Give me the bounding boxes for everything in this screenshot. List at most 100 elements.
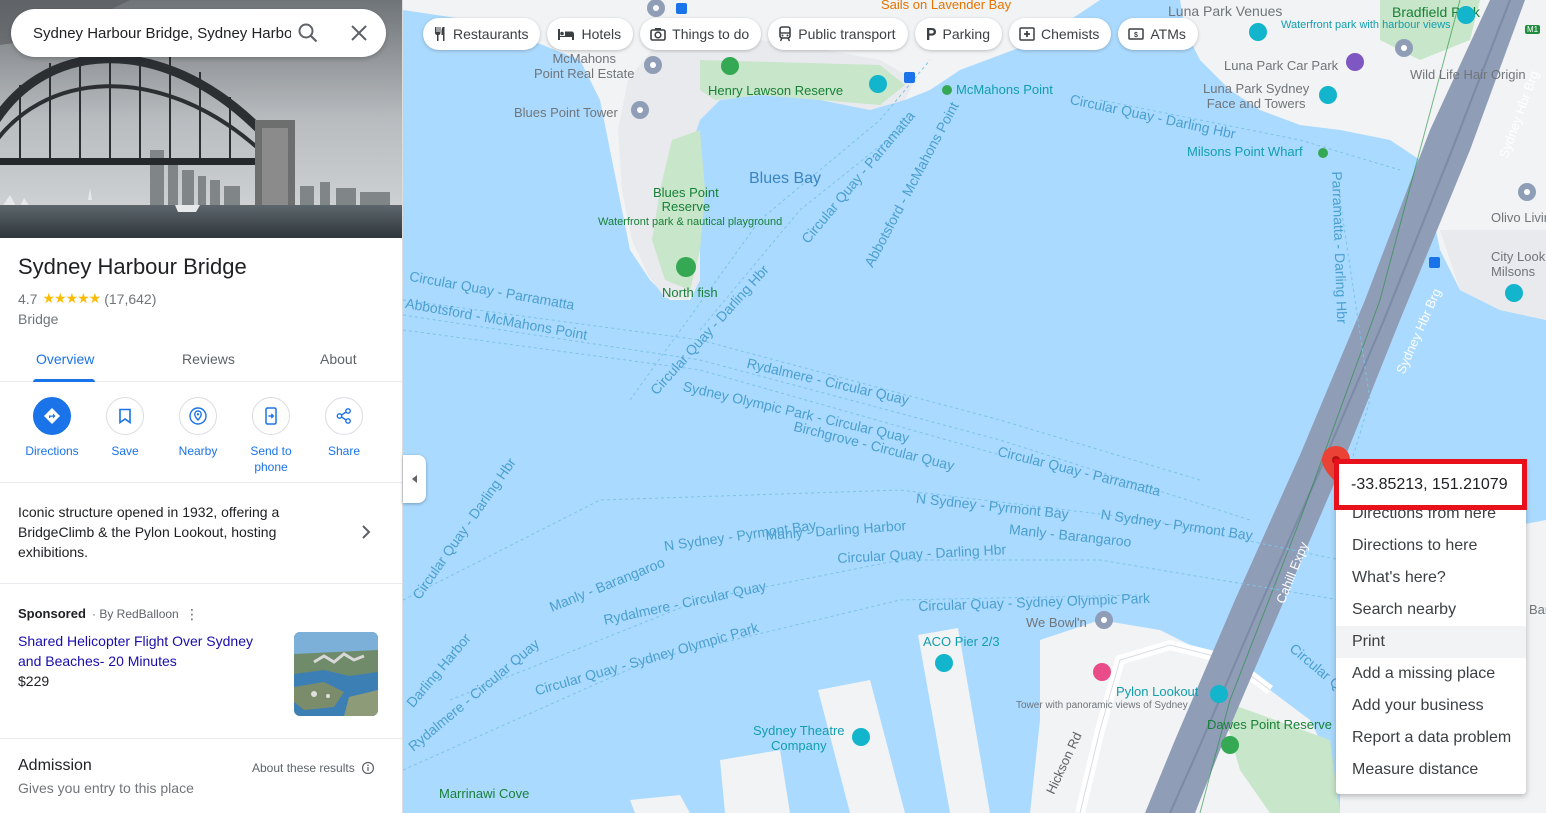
atm-icon: $: [1128, 28, 1145, 40]
send-to-phone-icon: [252, 397, 290, 435]
label-marrinawi: Marrinawi Cove: [439, 786, 530, 801]
label-luna-venues-sub: Waterfront park with harbour views: [1281, 19, 1451, 31]
menu-print[interactable]: Print: [1336, 626, 1526, 658]
collapse-panel-button[interactable]: [403, 455, 426, 503]
chip-label: ATMs: [1150, 26, 1186, 42]
harbour-aerial-image: [294, 632, 378, 716]
nearby-button[interactable]: Nearby: [161, 395, 235, 459]
share-icon: [325, 397, 363, 435]
tab-reviews[interactable]: Reviews: [182, 351, 235, 367]
chip-label: Things to do: [672, 26, 750, 42]
ad-image[interactable]: [294, 632, 378, 716]
tab-indicator: [33, 379, 95, 382]
menu-search-nearby[interactable]: Search nearby: [1336, 594, 1526, 626]
ad-price: $229: [18, 673, 50, 689]
place-description[interactable]: Iconic structure opened in 1932, offerin…: [18, 502, 318, 562]
svg-text:$: $: [1134, 32, 1138, 39]
chip-label: Parking: [942, 26, 990, 42]
chip-public-transport[interactable]: Public transport: [768, 18, 908, 50]
train-icon: [779, 26, 792, 42]
label-blues-reserve-sub: Waterfront park & nautical playground: [598, 216, 783, 228]
action-label: Directions: [25, 444, 79, 458]
menu-report-problem[interactable]: Report a data problem: [1336, 722, 1526, 754]
restaurant-icon: [435, 27, 445, 41]
label-luna-park-sydney: Luna Park Sydney Face and Towers: [1203, 81, 1310, 111]
place-category[interactable]: Bridge: [18, 311, 58, 327]
menu-whats-here[interactable]: What's here?: [1336, 562, 1526, 594]
chip-things-to-do[interactable]: Things to do: [640, 18, 762, 50]
pharmacy-icon: [1019, 27, 1035, 41]
admission-subtitle: Gives you entry to this place: [18, 780, 194, 796]
label-blues-tower: Blues Point Tower: [514, 105, 618, 120]
label-wild-hair: Wild Life Hair Origin: [1410, 67, 1526, 82]
menu-measure-distance[interactable]: Measure distance: [1336, 754, 1526, 786]
label-blues-reserve: Blues Point Reserve: [653, 185, 719, 214]
label-dawes: Dawes Point Reserve: [1207, 717, 1332, 732]
coordinates-text: -33.85213, 151.21079: [1351, 475, 1508, 493]
rating-value: 4.7: [18, 290, 38, 307]
more-options-icon[interactable]: ⋮: [185, 606, 199, 623]
map-context-menu: Directions from here Directions to here …: [1336, 462, 1526, 794]
close-icon[interactable]: [347, 21, 371, 45]
share-button[interactable]: Share: [307, 395, 381, 459]
info-icon: [361, 761, 374, 775]
chip-atms[interactable]: $ ATMs: [1118, 18, 1198, 50]
search-icon[interactable]: [296, 21, 320, 45]
label-pylon: Pylon Lookout: [1116, 684, 1199, 699]
label-milsons-wharf: Milsons Point Wharf: [1187, 144, 1303, 159]
place-panel: Sydney Harbour Bridge 4.7 ★★★★★ (17,642)…: [0, 0, 403, 813]
reviews-count[interactable]: (17,642): [104, 291, 156, 307]
directions-icon: [33, 397, 71, 435]
camera-icon: [650, 28, 666, 41]
label-olivo: Olivo Living Seawa: [1491, 210, 1546, 225]
parking-icon: [926, 28, 936, 40]
label-aco-pier: ACO Pier 2/3: [923, 634, 1000, 649]
search-input[interactable]: [33, 21, 291, 45]
action-label: Share: [327, 444, 361, 458]
label-bar: Bar: [1529, 602, 1546, 617]
action-buttons: Directions Save Nearby Send to phone Sha…: [0, 395, 402, 483]
chip-hotels[interactable]: Hotels: [547, 18, 634, 50]
coordinates-menu-item[interactable]: -33.85213, 151.21079: [1334, 459, 1527, 510]
ad-title-link[interactable]: Shared Helicopter Flight Over Sydney and…: [18, 631, 278, 671]
send-to-phone-button[interactable]: Send to phone: [234, 395, 308, 475]
label-we-bowl: We Bowl'n: [1026, 615, 1087, 630]
label-mcmahons-re: McMahons Point Real Estate: [534, 51, 635, 81]
chip-chemists[interactable]: Chemists: [1008, 18, 1112, 50]
label-luna-car-park: Luna Park Car Park: [1224, 58, 1339, 73]
chip-label: Hotels: [581, 26, 622, 42]
rating-stars-icon: ★★★★★: [42, 290, 101, 306]
about-results-label: About these results: [252, 761, 355, 775]
chip-label: Restaurants: [453, 26, 529, 42]
sponsored-label: Sponsored: [18, 606, 86, 621]
sponsored-byline: · By RedBalloon: [92, 607, 179, 621]
label-bradfield: Bradfield Park: [1392, 4, 1480, 20]
chip-restaurants[interactable]: Restaurants: [423, 18, 541, 50]
place-title: Sydney Harbour Bridge: [18, 254, 247, 279]
label-pylon-sub: Tower with panoramic views of Sydney: [1016, 700, 1188, 711]
menu-add-business[interactable]: Add your business: [1336, 690, 1526, 722]
label-city-look: City Look Milsons: [1491, 249, 1546, 279]
admission-title: Admission: [18, 757, 92, 774]
divider: [0, 583, 402, 584]
action-label: Nearby: [178, 444, 218, 458]
label-sydney-theatre: Sydney Theatre Company: [753, 723, 845, 753]
tab-overview[interactable]: Overview: [36, 351, 94, 367]
chip-label: Public transport: [798, 26, 896, 42]
chevron-right-icon[interactable]: [356, 522, 376, 547]
label-luna-venues: Luna Park Venues: [1168, 3, 1283, 19]
label-mcmahons-point: McMahons Point: [956, 82, 1053, 97]
search-box: [11, 9, 386, 57]
bookmark-icon: [106, 397, 144, 435]
tab-about[interactable]: About: [320, 351, 357, 367]
label-sails: Sails on Lavender Bay: [881, 0, 1012, 12]
save-button[interactable]: Save: [88, 395, 162, 459]
menu-directions-to[interactable]: Directions to here: [1336, 530, 1526, 562]
action-label: Save: [111, 444, 139, 458]
menu-add-missing-place[interactable]: Add a missing place: [1336, 658, 1526, 690]
action-label: Send to phone: [250, 444, 292, 474]
chip-parking[interactable]: Parking: [914, 18, 1002, 50]
about-results-link[interactable]: About these results: [252, 761, 375, 775]
directions-button[interactable]: Directions: [15, 395, 89, 459]
nearby-icon: [179, 397, 217, 435]
